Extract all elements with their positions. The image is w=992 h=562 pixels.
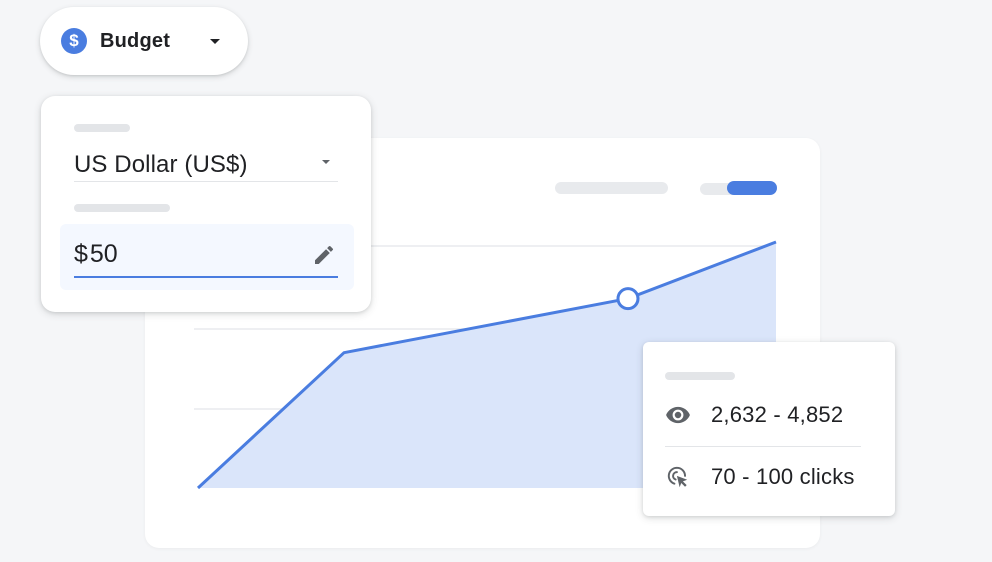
budget-settings-card: US Dollar (US$) $ 50 [41,96,371,312]
field-label-placeholder [74,124,130,132]
budget-amount-input[interactable]: $ 50 [74,232,338,278]
clicks-row: 70 - 100 clicks [665,464,855,490]
chevron-down-icon [210,39,220,44]
budget-amount-value: 50 [89,239,118,268]
click-cursor-icon [667,466,688,488]
chevron-down-icon [322,160,330,164]
chart-highlight-point[interactable] [616,287,640,311]
tooltip-title-placeholder [665,372,735,380]
dollar-circle-icon: $ [61,28,87,54]
pencil-icon[interactable] [312,243,336,267]
budget-chip[interactable]: $ Budget [40,7,248,75]
currency-symbol: $ [74,239,88,268]
impressions-row: 2,632 - 4,852 [665,402,843,428]
forecast-tooltip: 2,632 - 4,852 70 - 100 clicks [643,342,895,516]
clicks-range: 70 - 100 clicks [711,464,855,489]
budget-chip-label: Budget [100,29,171,52]
currency-select[interactable]: US Dollar (US$) [74,148,338,182]
tooltip-divider [665,446,861,447]
impressions-range: 2,632 - 4,852 [711,402,844,427]
currency-select-value: US Dollar (US$) [74,151,248,178]
eye-icon [666,406,690,424]
budget-amount-field[interactable]: $ 50 [60,224,354,290]
field-label-placeholder [74,204,170,212]
